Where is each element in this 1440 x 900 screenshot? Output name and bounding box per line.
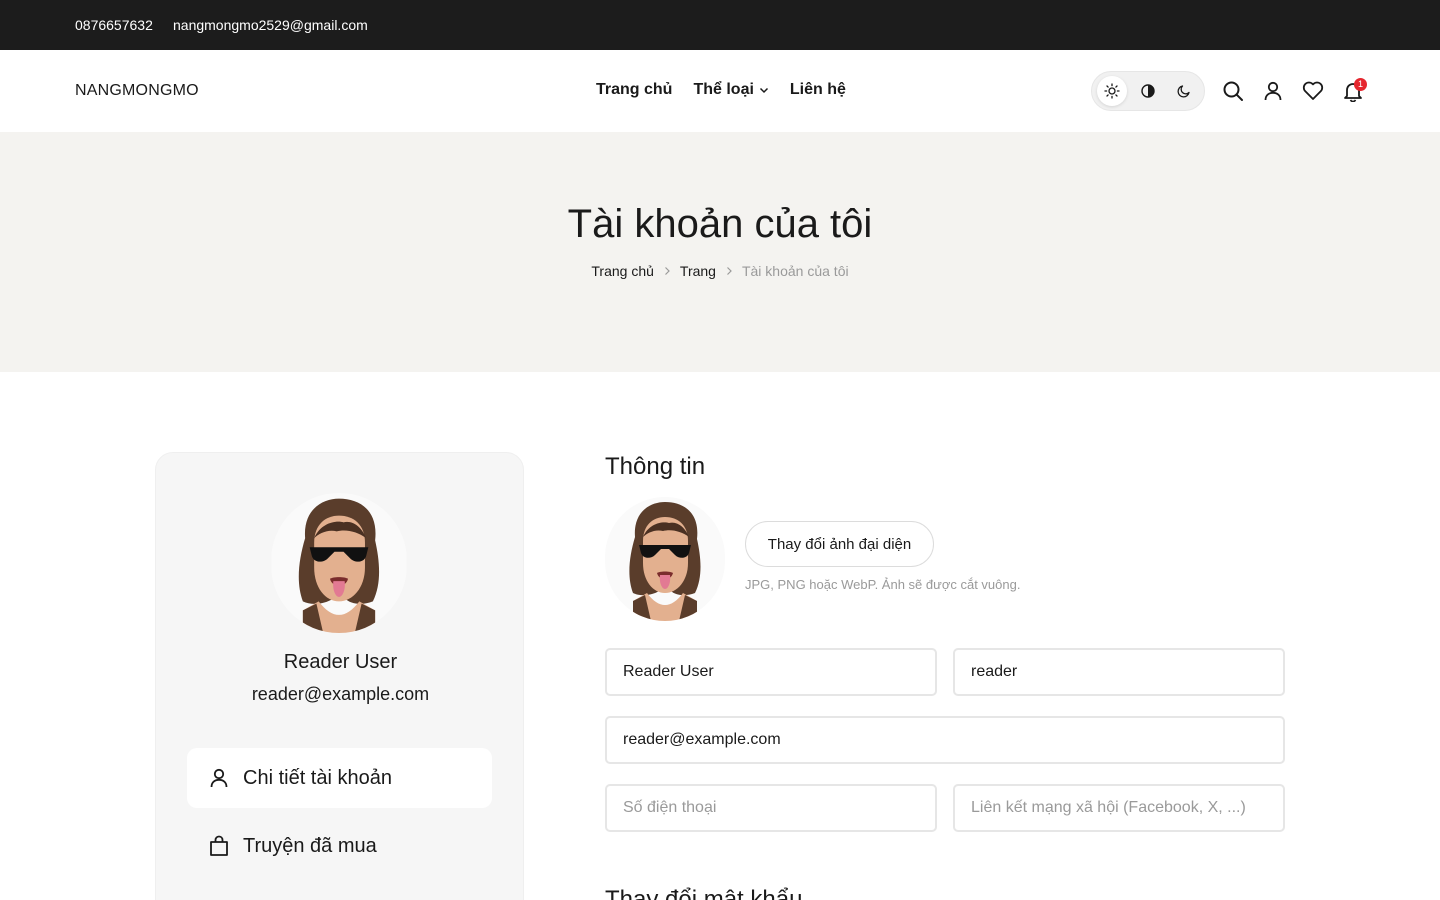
user-icon — [210, 768, 228, 788]
sidebar-item-purchased-stories[interactable]: Truyện đã mua — [187, 816, 492, 876]
notification-badge: 1 — [1354, 78, 1367, 91]
chevron-right-icon — [727, 267, 732, 275]
nav-home-label: Trang chủ — [596, 81, 673, 98]
sidebar-item-account-details[interactable]: Chi tiết tài khoản — [187, 748, 492, 808]
main-nav: Trang chủ Thể loại Liên hệ — [596, 81, 846, 99]
page-title: Tài khoản của tôi — [567, 202, 873, 246]
full-name-input[interactable] — [605, 648, 937, 696]
user-icon — [1264, 81, 1282, 101]
email-input[interactable] — [605, 716, 1285, 764]
heart-icon — [1302, 81, 1324, 100]
topbar-phone[interactable]: 0876657632 — [75, 17, 153, 33]
nav-home[interactable]: Trang chủ — [596, 81, 672, 99]
breadcrumb-page[interactable]: Trang — [680, 263, 716, 279]
sidebar-item-label: Truyện đã mua — [243, 834, 377, 857]
sidebar-user-email: reader@example.com — [251, 684, 430, 704]
theme-switch — [1091, 71, 1205, 111]
account-sidebar: Reader User reader@example.com Chi tiết … — [155, 452, 524, 900]
search-icon — [1223, 81, 1243, 101]
theme-dark-button[interactable] — [1169, 76, 1199, 106]
search-button[interactable] — [1221, 79, 1245, 103]
breadcrumb-current: Tài khoản của tôi — [741, 263, 849, 279]
wishlist-button[interactable] — [1301, 79, 1325, 103]
sidebar-user-name: Reader User — [283, 651, 398, 673]
sidebar-avatar — [271, 493, 407, 633]
nav-contact[interactable]: Liên hệ — [790, 81, 846, 99]
profile-section-title: Thông tin — [605, 453, 706, 480]
profile-avatar — [605, 497, 725, 621]
site-header: NANGMONGMO Trang chủ Thể loại Liên hệ — [0, 50, 1440, 132]
sun-icon — [1104, 83, 1120, 99]
social-link-input[interactable] — [953, 784, 1285, 832]
nav-genres-label: Thể loại — [693, 81, 754, 98]
site-logo[interactable]: NANGMONGMO — [75, 82, 199, 100]
avatar-hint: JPG, PNG hoặc WebP. Ảnh sẽ được cắt vuôn… — [745, 577, 1021, 592]
contrast-icon — [1141, 84, 1155, 98]
page-hero: Tài khoản của tôi Trang chủ Trang Tài kh… — [0, 132, 1440, 372]
nav-genres[interactable]: Thể loại — [693, 81, 768, 99]
sidebar-item-label: Chi tiết tài khoản — [243, 766, 392, 789]
topbar-email[interactable]: nangmongmo2529@gmail.com — [173, 17, 368, 33]
theme-contrast-button[interactable] — [1133, 76, 1163, 106]
breadcrumb: Trang chủ Trang Tài khoản của tôi — [0, 263, 1440, 279]
change-password-title: Thay đổi mật khẩu — [605, 886, 803, 900]
breadcrumb-home[interactable]: Trang chủ — [591, 263, 654, 279]
moon-icon — [1177, 85, 1190, 98]
username-input[interactable] — [953, 648, 1285, 696]
account-button[interactable] — [1261, 79, 1285, 103]
avatar-image — [605, 497, 725, 621]
avatar-image — [271, 493, 407, 633]
top-bar: 0876657632 nangmongmo2529@gmail.com — [0, 0, 1440, 50]
change-avatar-button[interactable]: Thay đổi ảnh đại diện — [745, 521, 934, 567]
shopping-bag-icon — [210, 835, 228, 856]
theme-light-button[interactable] — [1097, 76, 1127, 106]
nav-contact-label: Liên hệ — [789, 81, 846, 98]
phone-input[interactable] — [605, 784, 937, 832]
chevron-down-icon — [759, 87, 768, 94]
chevron-right-icon — [664, 267, 670, 275]
